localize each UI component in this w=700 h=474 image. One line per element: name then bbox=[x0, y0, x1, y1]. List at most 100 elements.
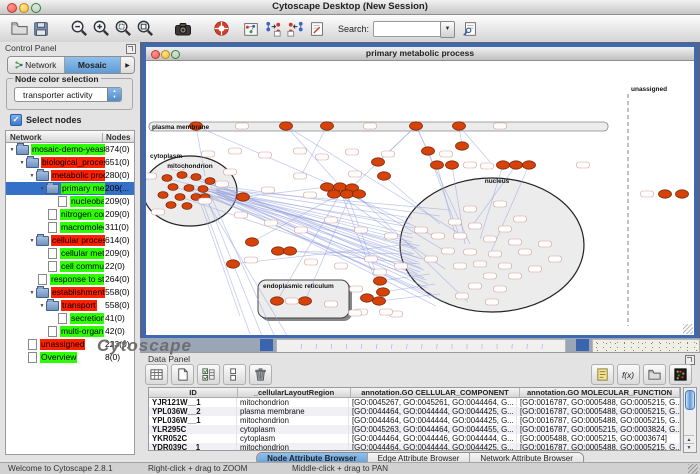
network-node bbox=[377, 288, 390, 296]
network-node-label bbox=[224, 169, 237, 175]
delete-attribute-icon[interactable] bbox=[249, 364, 272, 385]
select-attributes-icon[interactable] bbox=[197, 364, 220, 385]
network-node-label bbox=[449, 219, 462, 225]
tree-row[interactable]: response to stimulu264(0) bbox=[6, 273, 134, 286]
search-dropdown-icon[interactable]: ▼ bbox=[440, 21, 455, 38]
expand-arrow-icon[interactable]: ▼ bbox=[38, 303, 46, 309]
attribute-table-icon[interactable] bbox=[145, 364, 168, 385]
network-view-window[interactable]: primary metabolic process plasma membran… bbox=[143, 44, 697, 338]
main-toolbar: Search: ▼ bbox=[0, 15, 700, 43]
matrix-icon[interactable] bbox=[669, 364, 692, 385]
combobox-stepper-icon[interactable]: ▲▼ bbox=[107, 88, 121, 101]
function-builder-icon[interactable]: f(x) bbox=[617, 364, 640, 385]
import-attributes-icon[interactable] bbox=[643, 364, 666, 385]
expand-arrow-icon[interactable]: ▼ bbox=[18, 160, 26, 166]
tab-overflow-arrow-icon[interactable]: ▶ bbox=[121, 57, 134, 73]
network-node-label bbox=[509, 273, 522, 279]
tree-row[interactable]: ▼metabolic process280(0) bbox=[6, 169, 134, 182]
network-node-label bbox=[380, 309, 393, 315]
tree-row[interactable]: macromolecule311(0) bbox=[6, 221, 134, 234]
table-column-header[interactable]: annotation.GO CELLULAR_COMPONENT bbox=[351, 388, 520, 397]
network-node bbox=[175, 194, 185, 201]
zoom-fit-icon[interactable] bbox=[134, 18, 156, 40]
expand-arrow-icon[interactable]: ▼ bbox=[28, 290, 36, 296]
network-window-titlebar[interactable]: primary metabolic process bbox=[146, 47, 694, 61]
network-node-label bbox=[304, 192, 317, 198]
window-resize-grip[interactable] bbox=[683, 324, 693, 334]
network-node-label bbox=[509, 239, 522, 245]
hide-selected-icon[interactable] bbox=[262, 18, 284, 40]
table-column-header[interactable]: ID bbox=[149, 388, 238, 397]
tree-header: Network Nodes bbox=[5, 130, 135, 143]
scrollbar-thumb[interactable] bbox=[685, 390, 695, 410]
table-column-header[interactable]: _cellularLayoutRegion bbox=[238, 388, 351, 397]
table-column-header[interactable]: annotation.GO MOLECULAR_FUNCTION bbox=[520, 388, 680, 397]
file-icon bbox=[58, 196, 67, 207]
zoom-in-icon[interactable] bbox=[90, 18, 112, 40]
network-graph[interactable]: plasma membranecytoplasmmitochondrionnuc… bbox=[146, 61, 694, 335]
table-row[interactable]: YKR052Ccytoplasm[GO:0044464, GO:0044446,… bbox=[149, 434, 680, 443]
advanced-search-icon[interactable] bbox=[459, 18, 481, 40]
tree-node-count: 558(0) bbox=[105, 300, 130, 310]
search-label: Search: bbox=[338, 24, 369, 34]
tree-row[interactable]: nucleobase-209(0) bbox=[6, 195, 134, 208]
tree-row[interactable]: nitrogen compo209(0) bbox=[6, 208, 134, 221]
snapshot-camera-icon[interactable] bbox=[172, 18, 194, 40]
new-attribute-icon[interactable] bbox=[171, 364, 194, 385]
tree-row[interactable]: ▼establishment of lo558(0) bbox=[6, 286, 134, 299]
help-lifering-icon[interactable] bbox=[210, 18, 232, 40]
tree-row[interactable]: ▼biological_process651(0) bbox=[6, 156, 134, 169]
expand-arrow-icon[interactable]: ▼ bbox=[28, 238, 36, 244]
network-node bbox=[284, 247, 297, 255]
show-all-icon[interactable] bbox=[284, 18, 306, 40]
tab-mosaic[interactable]: Mosaic bbox=[65, 57, 122, 73]
annotation-icon[interactable] bbox=[306, 18, 328, 40]
network-overview-icon[interactable] bbox=[240, 18, 262, 40]
select-nodes-checkbox[interactable]: ✓ bbox=[10, 114, 22, 126]
compartment-plasma-membrane bbox=[149, 122, 608, 131]
expand-arrow-icon[interactable]: ▼ bbox=[28, 173, 36, 179]
network-node-label bbox=[364, 123, 377, 129]
table-row[interactable]: YPL036W__2plasma membrane[GO:0044464, GO… bbox=[149, 407, 680, 416]
tree-row[interactable]: ▼cellular process614(0) bbox=[6, 234, 134, 247]
tree-row[interactable]: ▼primary metabo209(... bbox=[6, 182, 134, 195]
tree-col-network[interactable]: Network bbox=[10, 133, 42, 142]
scroll-down-icon[interactable]: ▼ bbox=[684, 443, 694, 452]
tree-row[interactable]: ▼transport558(0) bbox=[6, 299, 134, 312]
open-file-icon[interactable] bbox=[8, 18, 30, 40]
svg-text:f(x): f(x) bbox=[622, 370, 634, 380]
app-resize-grip[interactable] bbox=[688, 464, 698, 474]
expand-arrow-icon[interactable]: ▼ bbox=[38, 186, 46, 192]
tree-node-label: nitrogen compo bbox=[60, 209, 104, 220]
tree-row[interactable]: secretion41(0) bbox=[6, 312, 134, 325]
table-cell: [GO:0016787, GO:0005488, GO:0005215, G..… bbox=[517, 398, 680, 407]
expand-arrow-icon[interactable]: ▼ bbox=[8, 147, 16, 153]
tree-col-nodes[interactable]: Nodes bbox=[102, 133, 130, 142]
unselect-attributes-icon[interactable] bbox=[223, 364, 246, 385]
network-node bbox=[162, 175, 172, 182]
tab-network[interactable]: Network bbox=[8, 57, 65, 73]
network-node-label bbox=[349, 171, 362, 177]
network-canvas[interactable]: plasma membranecytoplasmmitochondrionnuc… bbox=[146, 61, 694, 335]
table-row[interactable]: YLR295Ccytoplasm[GO:0045263, GO:0044464,… bbox=[149, 425, 680, 434]
tree-row[interactable]: cellular metabo209(0) bbox=[6, 247, 134, 260]
save-session-icon[interactable] bbox=[30, 18, 52, 40]
app-titlebar: Cytoscape Desktop (New Session) bbox=[0, 0, 700, 15]
table-row[interactable]: YDR039C__1mitochondrion[GO:0044464, GO:0… bbox=[149, 443, 680, 451]
search-input[interactable]: ▼ bbox=[373, 21, 443, 37]
table-scrollbar[interactable]: ▲ ▼ bbox=[683, 387, 697, 453]
table-cell: [GO:0016787, GO:0005488, GO:0005215, G..… bbox=[517, 407, 680, 416]
tree-row[interactable]: ▼mosaic-demo-yeast874(0) bbox=[6, 143, 134, 156]
float-panel-icon[interactable] bbox=[126, 44, 136, 54]
zoom-out-icon[interactable] bbox=[68, 18, 90, 40]
file-icon bbox=[48, 248, 57, 259]
notes-icon[interactable] bbox=[591, 364, 614, 385]
zoom-selected-region-icon[interactable] bbox=[112, 18, 134, 40]
table-row[interactable]: YPL036W__1mitochondrion[GO:0044464, GO:0… bbox=[149, 416, 680, 425]
tree-node-label: mosaic-demo-yeast bbox=[31, 144, 105, 155]
table-cell: [GO:0044464, GO:0044444, GO:0044425, G..… bbox=[349, 407, 517, 416]
attribute-table[interactable]: ID_cellularLayoutRegionannotation.GO CEL… bbox=[148, 387, 681, 451]
table-row[interactable]: YJR121W__1mitochondrion[GO:0045267, GO:0… bbox=[149, 398, 680, 407]
node-color-select[interactable]: transporter activity ▲▼ bbox=[14, 87, 122, 102]
tree-row[interactable]: cell communicat22(0) bbox=[6, 260, 134, 273]
